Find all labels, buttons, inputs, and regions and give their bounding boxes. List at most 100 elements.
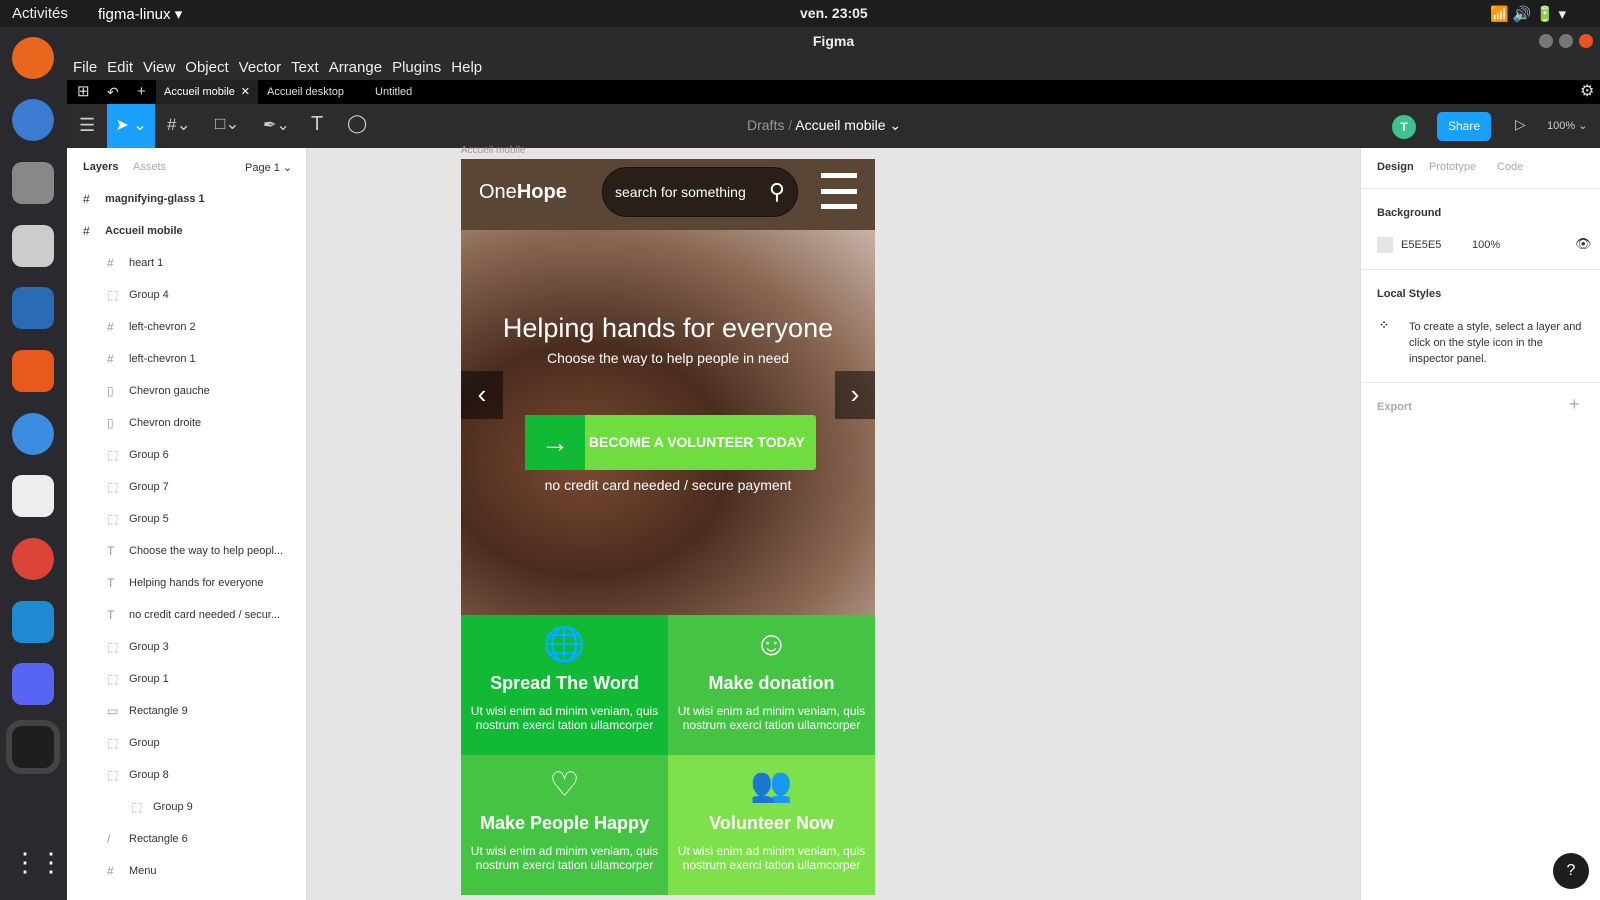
writer-icon[interactable] [12, 287, 54, 329]
layer-type-icon: # [83, 192, 90, 206]
layer-item[interactable]: ⬚ Group 5 [67, 504, 307, 535]
amazon-icon[interactable] [12, 475, 54, 517]
layer-item[interactable]: ⬚ Group [67, 728, 307, 759]
frame-tool-icon[interactable]: #⌄ [167, 115, 191, 135]
menu-file[interactable]: File [67, 55, 101, 76]
accueil-mobile-frame[interactable]: OneHope search for something ⚲ Helping ha… [461, 159, 875, 895]
background-opacity[interactable]: 100% [1472, 239, 1500, 251]
close-button[interactable] [1579, 34, 1593, 48]
minimize-button[interactable] [1539, 34, 1553, 48]
layer-item[interactable]: ▯ Chevron droite [67, 408, 307, 439]
layer-item[interactable]: ⬚ Group 4 [67, 280, 307, 311]
layer-item[interactable]: / Rectangle 6 [67, 824, 307, 855]
discord-icon[interactable] [12, 663, 54, 705]
logo[interactable]: OneHope [479, 181, 567, 204]
software-icon[interactable] [12, 350, 54, 392]
help-button[interactable]: ? [1553, 853, 1589, 889]
files-icon[interactable] [12, 162, 54, 204]
eye-icon[interactable]: 👁 [1575, 236, 1592, 252]
app-menu[interactable]: figma-linux ▾ [98, 5, 182, 23]
search-icon[interactable]: ⚲ [769, 168, 785, 216]
layer-item[interactable]: ⬚ Group 3 [67, 632, 307, 663]
menu-text[interactable]: Text [285, 55, 323, 76]
tab-design[interactable]: Design [1377, 161, 1414, 173]
activities-button[interactable]: Activités [12, 5, 68, 22]
frame-label[interactable]: Accueil mobile [461, 145, 525, 156]
move-tool-button[interactable]: ➤ ⌄ [107, 104, 155, 148]
layer-item[interactable]: ⬚ Group 7 [67, 472, 307, 503]
firefox-icon[interactable] [12, 37, 54, 79]
hamburger-menu-icon[interactable] [821, 173, 857, 209]
feature-card[interactable]: ♡ Make People Happy Ut wisi enim ad minim … [461, 755, 668, 895]
feature-card[interactable]: ☺ Make donation Ut wisi enim ad minim veni… [668, 615, 875, 755]
layer-item[interactable]: # left-chevron 2 [67, 312, 307, 343]
layer-item[interactable]: ⬚ Group 8 [67, 760, 307, 791]
feature-icon: ♡ [549, 766, 580, 804]
thunderbird-icon[interactable] [12, 99, 54, 141]
tab-assets[interactable]: Assets [133, 161, 166, 173]
menu-view[interactable]: View [137, 55, 179, 76]
tab-prototype[interactable]: Prototype [1429, 161, 1476, 173]
main-menu-icon[interactable]: ☰ [79, 115, 95, 136]
layer-item[interactable]: # Menu [67, 856, 307, 887]
left-chevron-button[interactable]: ‹ [461, 371, 503, 419]
comment-tool-icon[interactable]: ◯ [347, 113, 367, 134]
vscode-icon[interactable] [12, 601, 54, 643]
maximize-button[interactable] [1559, 34, 1573, 48]
export-add-button[interactable]: + [1569, 394, 1580, 415]
clock[interactable]: ven. 23:05 [800, 5, 868, 21]
tab-code[interactable]: Code [1497, 161, 1523, 173]
figma-icon[interactable] [6, 720, 60, 774]
page-dropdown[interactable]: Page 1 ⌄ [245, 161, 292, 174]
layer-item[interactable]: ⬚ Group 1 [67, 664, 307, 695]
grid-icon[interactable]: ⊞ [69, 80, 98, 104]
system-tray-icon[interactable]: 📶 🔊 🔋 ▾ [1490, 5, 1566, 23]
menu-help[interactable]: Help [445, 55, 486, 76]
layer-item[interactable]: ⬚ Group 6 [67, 440, 307, 471]
volunteer-cta-button[interactable]: → BECOME A VOLUNTEER TODAY [525, 415, 816, 470]
background-hex[interactable]: E5E5E5 [1401, 239, 1441, 251]
menu-arrange[interactable]: Arrange [323, 55, 386, 76]
tab-accueil-mobile[interactable]: Accueil mobile ✕ [156, 80, 258, 104]
search-input[interactable]: search for something ⚲ [602, 167, 798, 217]
settings-icon[interactable]: ⚙ [1572, 80, 1600, 104]
present-icon[interactable]: ▷ [1515, 116, 1526, 133]
site-header: OneHope search for something ⚲ [461, 159, 875, 230]
shape-tool-icon[interactable]: □⌄ [215, 114, 240, 134]
close-icon[interactable]: ✕ [241, 80, 250, 104]
feature-card[interactable]: 👥 Volunteer Now Ut wisi enim ad minim veni… [668, 755, 875, 895]
feature-card[interactable]: 🌐 Spread The Word Ut wisi enim ad minim ve… [461, 615, 668, 755]
menu-vector[interactable]: Vector [233, 55, 286, 76]
back-icon[interactable]: ↶ [99, 80, 127, 104]
layer-item[interactable]: Tno credit card needed / secur... [67, 600, 307, 631]
share-button[interactable]: Share [1437, 112, 1491, 141]
text-tool-icon[interactable]: T [311, 113, 323, 136]
layer-item[interactable]: # magnifying-glass 1 [67, 184, 307, 215]
layer-item[interactable]: # heart 1 [67, 248, 307, 279]
menu-plugins[interactable]: Plugins [386, 55, 445, 76]
layer-item[interactable]: ⬚ Group 9 [67, 792, 307, 823]
layer-item[interactable]: T Choose the way to help peopl... [67, 536, 307, 567]
tab-accueil-desktop[interactable]: Accueil desktop ✕ [259, 80, 359, 122]
menu-edit[interactable]: Edit [101, 55, 137, 76]
help-icon[interactable] [12, 413, 54, 455]
pen-tool-icon[interactable]: ✒⌄ [263, 115, 290, 135]
tab-layers[interactable]: Layers [83, 161, 118, 173]
layer-item[interactable]: T Helping hands for everyone [67, 568, 307, 599]
show-apps-icon[interactable]: ⋮⋮ [12, 847, 64, 889]
layer-item[interactable]: # Accueil mobile [67, 216, 307, 247]
new-tab-icon[interactable]: + [129, 80, 154, 104]
avatar[interactable]: T [1392, 115, 1416, 139]
background-swatch[interactable] [1377, 237, 1393, 253]
zoom-dropdown[interactable]: 100% ⌄ [1547, 119, 1587, 132]
right-chevron-button[interactable]: › [835, 371, 875, 419]
layer-item[interactable]: ▭ Rectangle 9 [67, 696, 307, 727]
tab-untitled[interactable]: Untitled ✕ [367, 80, 429, 122]
chrome-icon[interactable] [12, 538, 54, 580]
file-name-dropdown[interactable]: Accueil mobile ⌄ [795, 117, 901, 133]
menu-object[interactable]: Object [179, 55, 232, 76]
breadcrumb-drafts[interactable]: Drafts [747, 117, 784, 133]
rhythmbox-icon[interactable] [12, 225, 54, 267]
layer-item[interactable]: ▯ Chevron gauche [67, 376, 307, 407]
layer-item[interactable]: # left-chevron 1 [67, 344, 307, 375]
